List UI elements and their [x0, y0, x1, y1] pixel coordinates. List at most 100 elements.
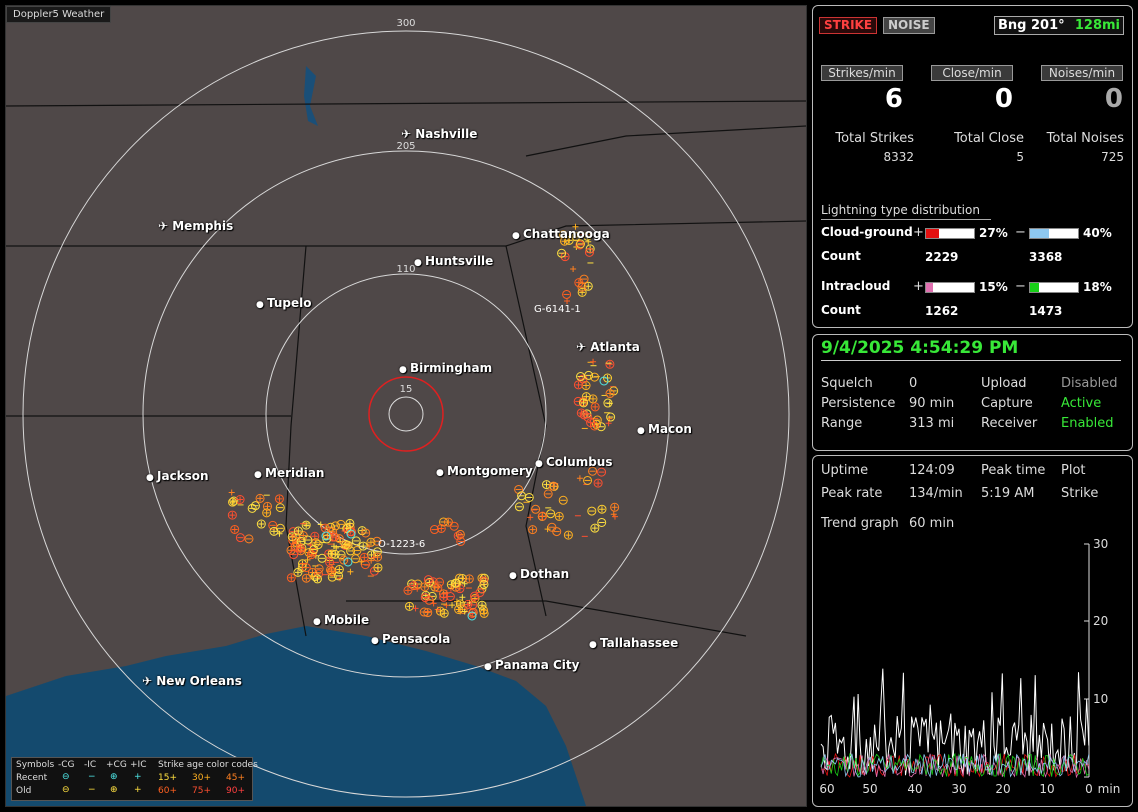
map-legend: Symbols -CG -IC +CG +IC Strike age color… [11, 757, 258, 801]
map-svg: 300 205 110 15 G-6141-1 O-1223-6 [6, 18, 806, 806]
strikes-min-label: Strikes/min [821, 65, 903, 81]
strike-marker [529, 526, 536, 533]
peak-time-value: 5:19 AM [981, 486, 1035, 501]
strike-marker [347, 568, 354, 575]
strike-marker [576, 475, 583, 482]
city-label: ✈ Atlanta [576, 340, 640, 354]
count-label: Count [821, 303, 861, 317]
city-dot-icon: ● [535, 459, 546, 469]
strike-marker [449, 602, 456, 609]
ring-label: 205 [396, 141, 415, 152]
trend-graph-value[interactable]: 60 min [909, 516, 954, 531]
strike-marker [288, 574, 295, 581]
total-close-label: Total Close [954, 131, 1024, 146]
capture-value: Active [1061, 396, 1102, 411]
legend-age-title: Strike age color codes [158, 760, 258, 770]
plus-sign: + [913, 279, 924, 294]
legend-recent-label: Recent [16, 773, 48, 783]
strike-marker [570, 266, 577, 273]
strikes-min-value: 6 [884, 84, 903, 114]
x-tick: 40 [907, 782, 922, 796]
plus-sign: + [913, 225, 924, 240]
status-panel: 9/4/2025 4:54:29 PM Squelch 0 Upload Dis… [812, 334, 1133, 451]
strike-marker [276, 495, 283, 502]
plot-label: Plot [1061, 463, 1086, 478]
age-code: 60+ [158, 786, 177, 796]
strike-marker [443, 602, 450, 609]
storm-tag: O-1223-6 [378, 539, 425, 550]
minus-ic-icon: − [88, 772, 96, 782]
age-code: 15+ [158, 773, 177, 783]
squelch-value: 0 [909, 376, 918, 391]
persistence-value: 90 min [909, 396, 955, 411]
city-dot-icon: ● [637, 426, 648, 436]
x-tick: 60 [819, 782, 834, 796]
trend-graph-label: Trend graph [821, 516, 899, 531]
plus-cg-old-icon: ⊕ [110, 785, 118, 795]
ic-pos-bar [925, 282, 975, 293]
x-tick: 50 [862, 782, 877, 796]
cg-pos-count: 2229 [925, 250, 959, 264]
strike-marker [595, 480, 602, 487]
close-min-label: Close/min [931, 65, 1013, 81]
city-label: ● Columbus [535, 455, 613, 469]
status-divider [821, 360, 1121, 361]
strike-marker [539, 513, 546, 520]
ic-neg-pct: 18% [1083, 280, 1112, 294]
minus-sign: − [1015, 225, 1026, 240]
city-dot-icon: ● [371, 636, 382, 646]
minus-cg-icon: ⊖ [62, 772, 70, 782]
strike-marker [565, 532, 572, 539]
city-dot-icon: ● [512, 231, 523, 241]
city-label: ● Jackson [146, 469, 209, 483]
age-code: 30+ [192, 773, 211, 783]
y-tick: 30 [1093, 537, 1108, 551]
strike-button[interactable]: STRIKE [819, 17, 878, 34]
airport-icon: ✈ [576, 340, 591, 354]
cg-pos-bar [925, 228, 975, 239]
distribution-divider [821, 219, 991, 220]
strike-marker [481, 610, 488, 617]
city-label: ● Tallahassee [589, 636, 679, 650]
total-noises-label: Total Noises [1046, 131, 1124, 146]
city-dot-icon: ● [436, 468, 447, 478]
strike-marker [592, 403, 599, 410]
city-dot-icon: ● [254, 470, 265, 480]
total-close-value: 5 [1016, 150, 1024, 164]
strike-marker [459, 594, 466, 601]
strike-marker [466, 575, 473, 582]
x-tick: 10 [1039, 782, 1054, 796]
plot-value[interactable]: Strike [1061, 486, 1098, 501]
city-dot-icon: ● [484, 662, 495, 672]
capture-label: Capture [981, 396, 1033, 411]
receiver-value: Enabled [1061, 416, 1114, 431]
city-label: ● Montgomery [436, 464, 533, 478]
noise-button[interactable]: NOISE [883, 17, 935, 34]
age-code: 45+ [226, 773, 245, 783]
minus-ic-old-icon: − [88, 785, 96, 795]
uptime-label: Uptime [821, 463, 869, 478]
lake [304, 66, 318, 126]
ic-neg-bar [1029, 282, 1079, 293]
city-label: ✈ New Orleans [142, 674, 242, 688]
uptime-value: 124:09 [909, 463, 955, 478]
cg-neg-bar [1029, 228, 1079, 239]
receiver-label: Receiver [981, 416, 1038, 431]
city-label: ● Tupelo [256, 296, 312, 310]
strike-marker [229, 512, 236, 519]
peak-rate-label: Peak rate [821, 486, 883, 501]
age-code: 90+ [226, 786, 245, 796]
strike-marker [374, 564, 381, 571]
range-label: Range [821, 416, 863, 431]
strike-marker [311, 533, 318, 540]
city-label: ✈ Nashville [401, 127, 478, 141]
legend-col: -IC [84, 760, 97, 770]
strike-marker [258, 521, 265, 528]
lightning-map[interactable]: 300 205 110 15 G-6141-1 O-1223-6 Doppler… [5, 5, 807, 807]
plus-cg-icon: ⊕ [110, 772, 118, 782]
trend-graph: 30 20 10 60 50 40 30 20 10 0 min [819, 537, 1121, 796]
x-unit: min [1098, 782, 1121, 796]
minus-cg-old-icon: ⊖ [62, 785, 70, 795]
persistence-label: Persistence [821, 396, 896, 411]
total-strikes-value: 8332 [883, 150, 914, 164]
